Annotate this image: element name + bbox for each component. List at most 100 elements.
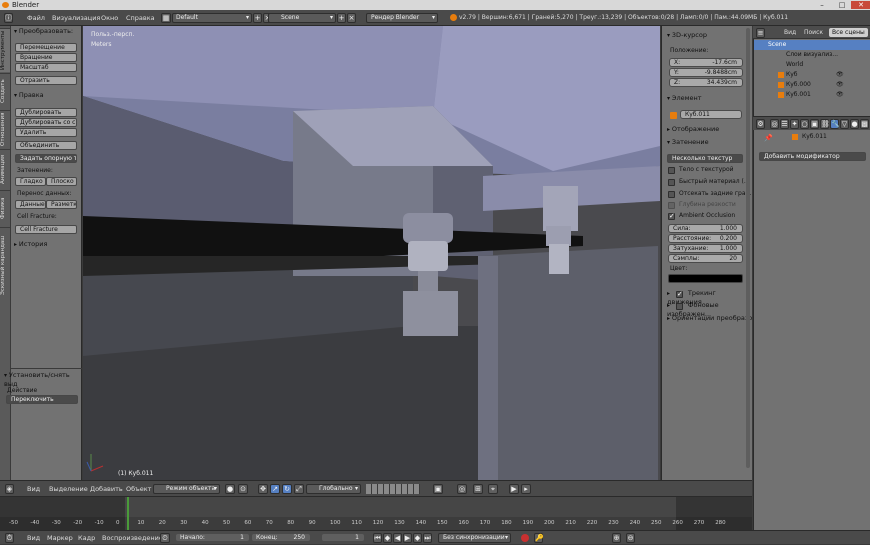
depth-of-field-checkbox[interactable] — [668, 202, 675, 209]
ambient-occlusion-checkbox[interactable] — [668, 212, 675, 220]
translate-icon[interactable]: ↗ — [270, 484, 280, 494]
tab-physics[interactable]: Физика — [0, 190, 10, 226]
minimize-button[interactable]: – — [812, 1, 832, 9]
ao-strength-field[interactable]: Сила: 1.000 — [668, 224, 743, 233]
lock-icon[interactable]: ▣ — [433, 484, 443, 494]
editor-type-icon[interactable]: ⓘ — [4, 13, 13, 23]
preview-range-icon[interactable]: ⏲ — [160, 533, 170, 543]
duplicate-linked-button[interactable]: Дублировать со св... — [15, 118, 77, 127]
outliner-tab-search[interactable]: Поиск — [801, 28, 826, 37]
menu-object[interactable]: Объект — [126, 481, 151, 497]
close-button[interactable]: ✕ — [851, 1, 870, 9]
shade-flat-button[interactable]: Плоско — [46, 177, 77, 186]
material-tab-icon[interactable]: ● — [850, 119, 859, 129]
panel-transform-title[interactable]: Преобразовать: — [14, 27, 73, 36]
outliner-tab-all-scenes[interactable]: Все сцены — [829, 28, 868, 37]
end-frame-field[interactable]: Конец: 250 — [251, 533, 311, 542]
panel-edit-title[interactable]: Правка — [14, 91, 44, 100]
npanel-scrollbar[interactable] — [746, 28, 750, 468]
outliner-editor-icon[interactable]: ≡ — [756, 28, 765, 38]
join-button[interactable]: Объединить — [15, 141, 77, 150]
layout-dropdown[interactable]: Default — [172, 13, 252, 23]
menu-render[interactable]: Визуализация — [52, 10, 100, 26]
backface-culling-checkbox[interactable] — [668, 191, 675, 198]
visibility-eye-icon[interactable]: 👁 — [836, 81, 844, 88]
menu-marker[interactable]: Маркер — [47, 531, 73, 545]
layer-buttons[interactable] — [366, 484, 420, 494]
keying-set-icon[interactable]: 🔑 — [534, 533, 544, 543]
shade-smooth-button[interactable]: Гладко — [15, 177, 46, 186]
panel-display-title[interactable]: Отображение — [667, 125, 719, 134]
maximize-button[interactable]: □ — [832, 1, 852, 9]
panel-transform-orientations-title[interactable]: Ориентации преобразо... — [667, 314, 752, 323]
action-dropdown[interactable]: Переключить — [6, 395, 78, 404]
menu-select[interactable]: Выделение — [49, 481, 88, 497]
timeline-editor-icon[interactable]: ⏱ — [5, 533, 14, 543]
jump-start-icon[interactable]: ⏮ — [373, 533, 382, 543]
cursor-y-field[interactable]: Y: -9.8488cm — [669, 68, 743, 77]
ao-attenuation-field[interactable]: Затухание: 1.000 — [668, 244, 743, 253]
cursor-x-field[interactable]: X: -17.6cm — [669, 58, 743, 67]
tab-create[interactable]: Создать — [0, 73, 10, 109]
delete-button[interactable]: Удалить — [15, 128, 77, 137]
cursor-z-field[interactable]: Z: 34.439cm — [669, 78, 743, 87]
set-origin-dropdown[interactable]: Задать опорную т... — [15, 154, 77, 163]
render-preview-icon[interactable]: ▶ — [509, 484, 519, 494]
outliner-row-cube-000[interactable]: Куб.000 — [754, 80, 870, 90]
ao-color-swatch[interactable] — [668, 274, 743, 283]
render-animation-icon[interactable]: ▸ — [521, 484, 531, 494]
menu-view[interactable]: Вид — [27, 481, 40, 497]
visibility-eye-icon[interactable]: 👁 — [836, 91, 844, 98]
textured-solid-checkbox[interactable] — [668, 167, 675, 174]
menu-frame[interactable]: Кадр — [78, 531, 95, 545]
tab-relations[interactable]: Отношения — [0, 110, 10, 148]
object-tab-icon[interactable]: ▣ — [810, 119, 819, 129]
menu-file[interactable]: Файл — [27, 10, 45, 26]
pivot-icon[interactable]: ⊙ — [238, 484, 248, 494]
add-modifier-dropdown[interactable]: Добавить модификатор — [759, 152, 866, 161]
layout-add-button[interactable]: + — [253, 13, 262, 23]
menu-add[interactable]: Добавить — [90, 481, 123, 497]
tab-animation[interactable]: Анимация — [0, 149, 10, 189]
orientation-dropdown[interactable]: Глобально — [306, 484, 361, 494]
mode-dropdown[interactable]: Режим объекта — [153, 484, 220, 494]
delete-keyframe-icon[interactable]: ⊖ — [626, 533, 635, 543]
start-frame-field[interactable]: Начало: 1 — [175, 533, 250, 542]
outliner-row-cube-001[interactable]: Куб.001 — [754, 90, 870, 100]
cell-fracture-button[interactable]: Cell Fracture — [15, 225, 77, 234]
scale-icon[interactable]: ⤢ — [294, 484, 304, 494]
menu-playback[interactable]: Воспроизведение — [102, 531, 163, 545]
panel-history-title[interactable]: История — [14, 240, 47, 249]
outliner-row-render-layers[interactable]: Слои визуализ... — [754, 50, 870, 60]
item-name-field[interactable]: Куб.011 — [680, 110, 742, 119]
play-icon[interactable]: ▶ — [403, 533, 412, 543]
scene-add-button[interactable]: + — [337, 13, 346, 23]
proportional-edit-icon[interactable]: ◎ — [457, 484, 467, 494]
current-frame-marker[interactable] — [127, 497, 129, 531]
render-engine-dropdown[interactable]: Рендер Blender — [366, 13, 438, 23]
snap-icon[interactable]: ⊞ — [473, 484, 483, 494]
manipulator-icon[interactable]: ✥ — [258, 484, 268, 494]
tab-tools[interactable]: Инструменты — [0, 28, 10, 72]
menu-help[interactable]: Справка — [126, 10, 155, 26]
layers-tab-icon[interactable]: ☰ — [780, 119, 789, 129]
constraints-tab-icon[interactable]: ⛓ — [820, 119, 830, 129]
sync-dropdown[interactable]: Без синхронизации — [438, 533, 511, 543]
duplicate-button[interactable]: Дублировать — [15, 108, 77, 117]
play-reverse-icon[interactable]: ◀ — [393, 533, 402, 543]
render-tab-icon[interactable]: ◎ — [770, 119, 779, 129]
mirror-button[interactable]: Отразить — [15, 76, 77, 85]
prev-keyframe-icon[interactable]: ◆ — [383, 533, 392, 543]
viewport-editor-icon[interactable]: ◈ — [5, 484, 14, 494]
outliner-row-world[interactable]: World — [754, 60, 870, 70]
fast-material-checkbox[interactable] — [668, 179, 675, 186]
insert-keyframe-icon[interactable]: ⊕ — [612, 533, 621, 543]
layout-icon[interactable]: ▦ — [161, 13, 171, 23]
data-transfer-button[interactable]: Данные — [15, 200, 46, 209]
scene-remove-button[interactable]: × — [347, 13, 356, 23]
outliner-row-scene[interactable]: Scene — [754, 40, 870, 50]
rotate-icon[interactable]: ↻ — [282, 484, 292, 494]
ao-samples-field[interactable]: Сэмплы: 20 — [668, 254, 743, 263]
scale-button[interactable]: Масштаб — [15, 63, 77, 72]
shading-sphere-icon[interactable]: ● — [225, 484, 235, 494]
